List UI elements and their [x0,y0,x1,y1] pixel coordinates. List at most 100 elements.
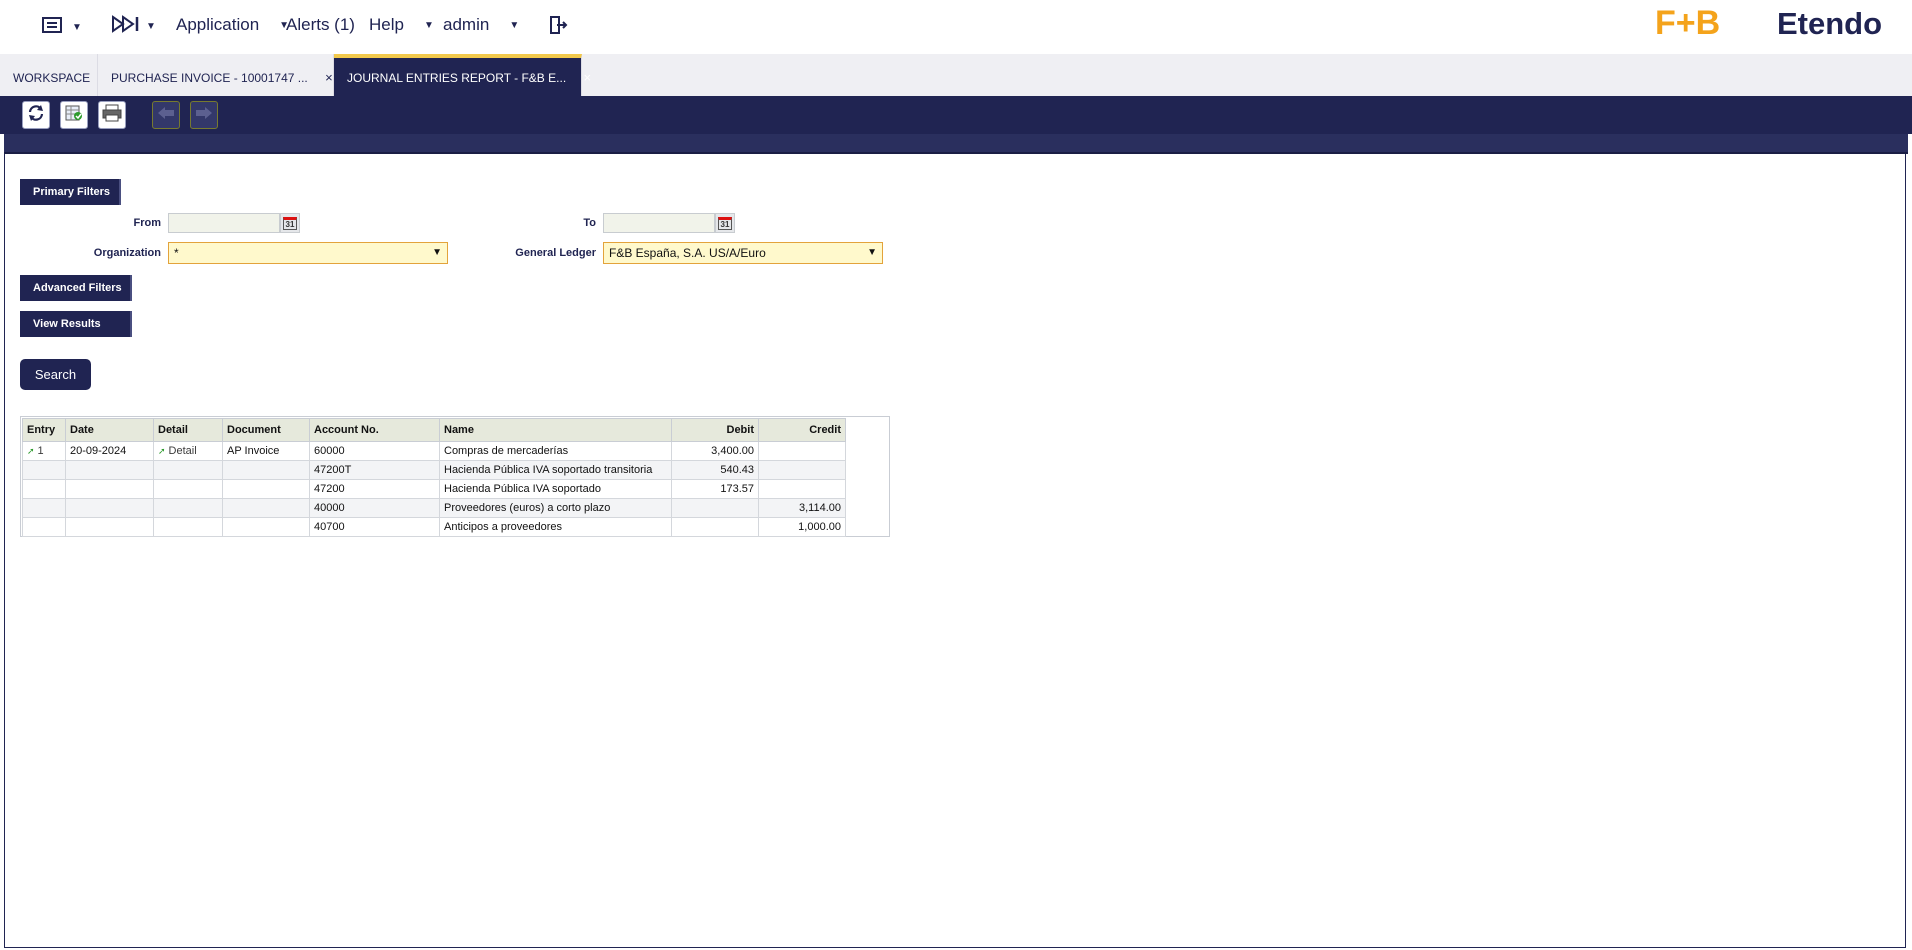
account-cell: 60000 [309,441,440,461]
document-cell [222,479,310,499]
chevron-down-icon: ▼ [867,247,877,258]
header-detail[interactable]: Detail [153,418,223,442]
account-cell: 47200T [309,460,440,480]
entry-cell [22,517,66,537]
quick-launch-button[interactable]: ▼ [112,15,156,38]
application-menu[interactable]: Application ▼ [176,15,289,35]
account-cell: 40700 [309,517,440,537]
general-ledger-label: General Ledger [515,247,596,259]
journal-entries-grid: Entry Date Detail Document Account No. N… [20,416,890,537]
entry-cell [22,460,66,480]
print-button[interactable] [98,101,126,129]
chevron-down-icon: ▼ [432,247,442,258]
header-name[interactable]: Name [439,418,672,442]
fast-forward-icon [112,15,140,38]
link-arrow-icon: ➚ [158,446,166,456]
date-cell [65,479,154,499]
detail-cell [153,517,223,537]
close-icon[interactable]: × [584,70,592,85]
refresh-icon [26,103,46,128]
table-row: 47200 Hacienda Pública IVA soportado 173… [22,479,846,499]
to-label: To [583,217,596,229]
debit-cell: 540.43 [671,460,759,480]
entry-link[interactable]: 1 [38,445,44,457]
search-button[interactable]: Search [20,359,91,390]
debit-cell [671,498,759,518]
tab-workspace[interactable]: WORKSPACE [0,54,98,96]
date-cell [65,517,154,537]
credit-cell: 3,114.00 [758,498,846,518]
entry-cell [22,498,66,518]
date-cell [65,498,154,518]
user-menu[interactable]: admin ▼ [443,15,519,35]
credit-cell [758,479,846,499]
header-credit[interactable]: Credit [758,418,846,442]
calendar-icon: 31 [718,216,732,230]
arrow-left-icon [157,106,175,125]
fb-logo: F+B [1655,6,1720,40]
top-navigation-bar: ▼ ▼ Application ▼ Alerts (1) Help ▼ admi… [0,0,1912,54]
document-cell [222,517,310,537]
previous-page-button[interactable] [152,101,180,129]
debit-cell: 3,400.00 [671,441,759,461]
from-date-input[interactable] [168,213,280,233]
detail-cell[interactable]: ➚ Detail [153,441,223,461]
organization-select[interactable]: * ▼ [168,242,448,264]
user-menu-label: admin [443,15,490,34]
logout-icon [548,15,568,40]
link-arrow-icon: ➚ [27,446,35,456]
alerts-link[interactable]: Alerts (1) [286,15,355,35]
credit-cell [758,441,846,461]
tab-journal-entries-report[interactable]: JOURNAL ENTRIES REPORT - F&B E... × [334,54,591,96]
next-page-button[interactable] [190,101,218,129]
report-content-area [4,154,1906,948]
header-account-no[interactable]: Account No. [309,418,440,442]
credit-cell [758,460,846,480]
refresh-button[interactable] [22,101,50,129]
close-icon[interactable]: × [325,70,333,85]
table-row: ➚ 1 20-09-2024 ➚ Detail AP Invoice 60000 C… [22,441,846,461]
account-cell: 40000 [309,498,440,518]
general-ledger-select[interactable]: F&B España, S.A. US/A/Euro ▼ [603,242,883,264]
name-cell: Hacienda Pública IVA soportado [439,479,672,499]
chevron-down-icon: ▼ [146,21,156,32]
detail-cell [153,460,223,480]
advanced-filters-toggle[interactable]: Advanced Filters [20,275,132,301]
alerts-label: Alerts (1) [286,15,355,34]
from-calendar-button[interactable]: 31 [280,213,300,233]
detail-link[interactable]: Detail [169,445,197,457]
logout-button[interactable] [548,15,568,40]
primary-filters-toggle[interactable]: Primary Filters [20,179,121,205]
general-ledger-selected-value: F&B España, S.A. US/A/Euro [609,246,766,260]
header-entry[interactable]: Entry [22,418,66,442]
view-results-toggle[interactable]: View Results [20,311,132,337]
chevron-down-icon: ▼ [509,19,520,31]
report-toolbar [0,96,1912,134]
chevron-down-icon: ▼ [72,22,82,33]
name-cell: Compras de mercaderías [439,441,672,461]
debit-cell: 173.57 [671,479,759,499]
printer-icon [101,103,123,128]
header-date[interactable]: Date [65,418,154,442]
document-cell: AP Invoice [222,441,310,461]
header-debit[interactable]: Debit [671,418,759,442]
date-cell: 20-09-2024 [65,441,154,461]
to-date-input[interactable] [603,213,715,233]
account-cell: 47200 [309,479,440,499]
workspace-menu-button[interactable]: ▼ [42,15,82,40]
application-menu-label: Application [176,15,260,34]
window-tabs: WORKSPACE PURCHASE INVOICE - 10001747 ..… [0,54,1912,96]
calendar-icon: 31 [283,216,297,230]
entry-cell[interactable]: ➚ 1 [22,441,66,461]
entry-cell [22,479,66,499]
table-row: 40000 Proveedores (euros) a corto plazo … [22,498,846,518]
to-calendar-button[interactable]: 31 [715,213,735,233]
export-excel-button[interactable] [60,101,88,129]
tab-purchase-invoice[interactable]: PURCHASE INVOICE - 10001747 ... × [98,54,334,96]
credit-cell: 1,000.00 [758,517,846,537]
help-menu[interactable]: Help ▼ [369,15,434,35]
organization-selected-value: * [174,246,179,260]
detail-cell [153,479,223,499]
spreadsheet-export-icon [64,103,84,128]
header-document[interactable]: Document [222,418,310,442]
